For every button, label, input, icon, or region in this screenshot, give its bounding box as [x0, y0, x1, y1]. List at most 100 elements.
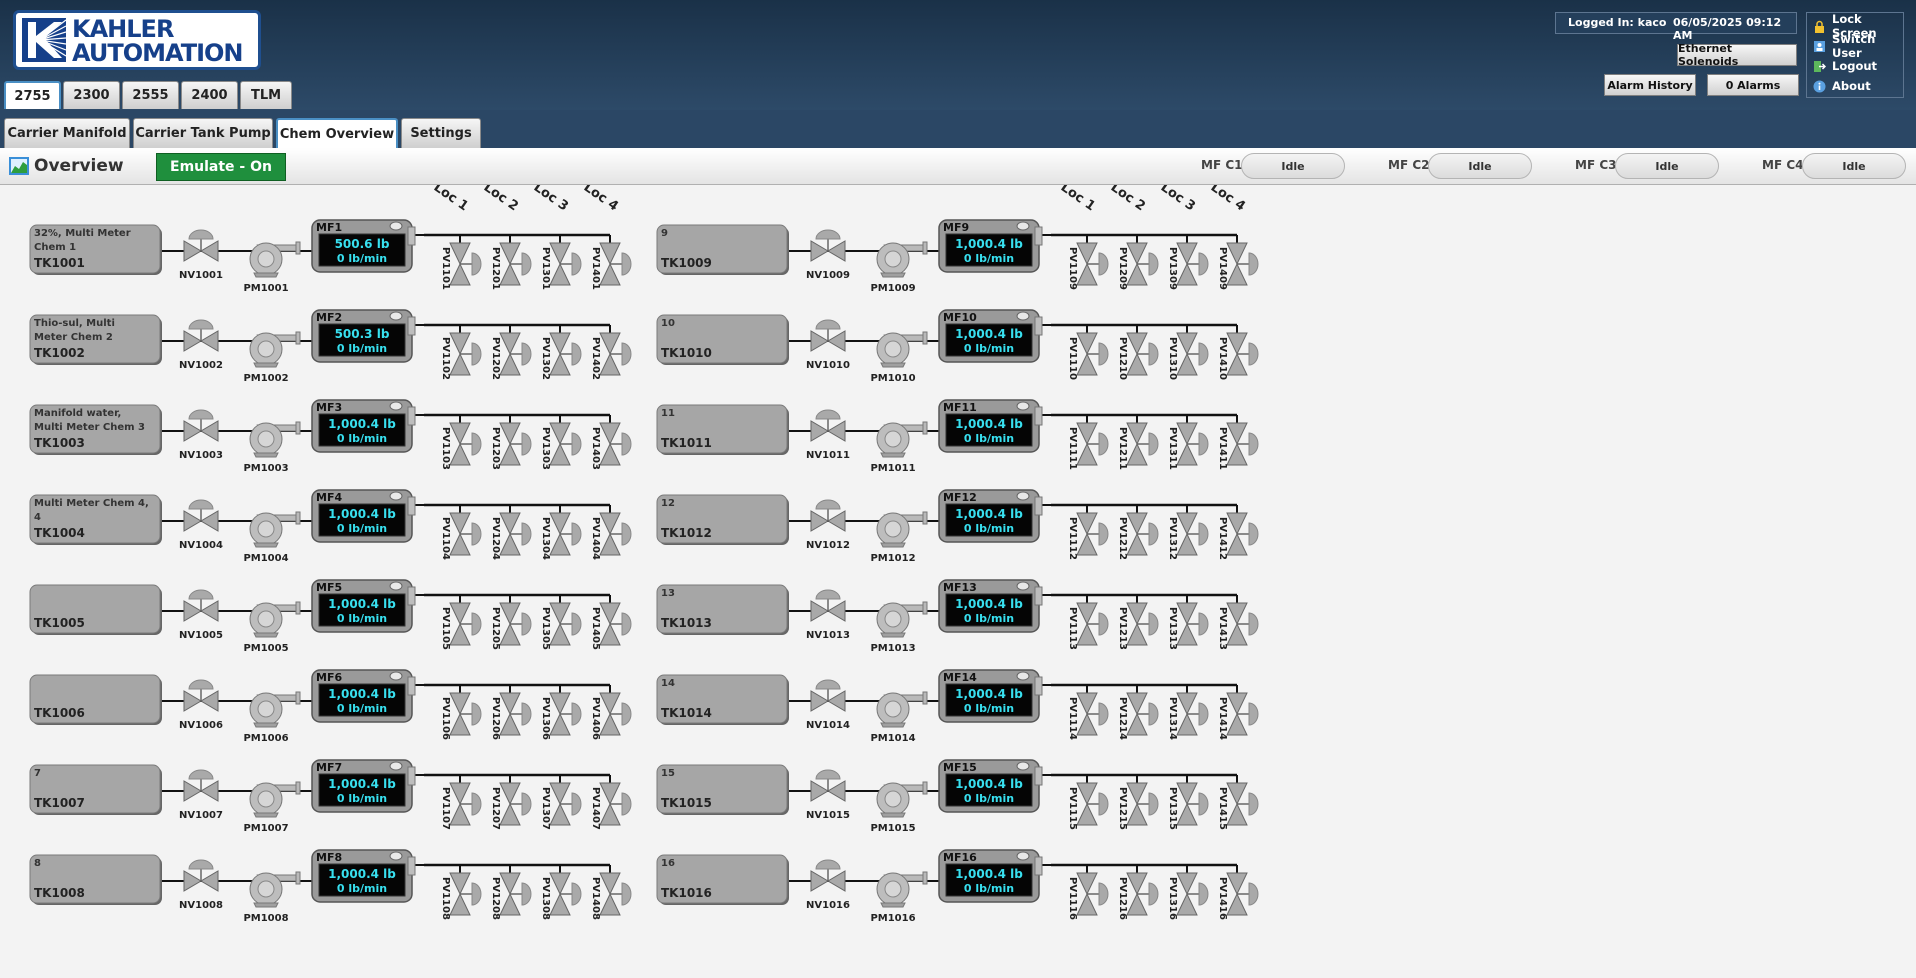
mass-flow-meter-mf7[interactable]: MF7 1,000.4 lb0 lb/min	[311, 759, 416, 813]
tank-tk1012[interactable]: 12 TK1012	[656, 494, 789, 545]
alarms-button[interactable]: 0 Alarms	[1707, 74, 1799, 96]
about-item[interactable]: About	[1813, 77, 1871, 95]
position-valve-pv1315[interactable]: PV1315	[1167, 775, 1209, 830]
position-valve-pv1304[interactable]: PV1304	[540, 505, 582, 560]
pump-pm1003[interactable]	[249, 421, 301, 458]
emulate-toggle-button[interactable]: Emulate - On	[156, 153, 286, 181]
switch-user-item[interactable]: Switch User	[1813, 32, 1903, 60]
position-valve-pv1113[interactable]: PV1113	[1067, 595, 1109, 650]
position-valve-pv1408[interactable]: PV1408	[590, 865, 632, 920]
position-valve-pv1203[interactable]: PV1203	[490, 415, 532, 470]
position-valve-pv1112[interactable]: PV1112	[1067, 505, 1109, 560]
position-valve-pv1306[interactable]: PV1306	[540, 685, 582, 740]
pump-pm1015[interactable]	[876, 781, 928, 818]
position-valve-pv1103[interactable]: PV1103	[440, 415, 482, 470]
position-valve-pv1201[interactable]: PV1201	[490, 235, 532, 290]
position-valve-pv1311[interactable]: PV1311	[1167, 415, 1209, 470]
position-valve-pv1412[interactable]: PV1412	[1217, 505, 1259, 560]
position-valve-pv1212[interactable]: PV1212	[1117, 505, 1159, 560]
position-valve-pv1409[interactable]: PV1409	[1217, 235, 1259, 290]
position-valve-pv1303[interactable]: PV1303	[540, 415, 582, 470]
tank-tk1014[interactable]: 14 TK1014	[656, 674, 789, 725]
position-valve-pv1307[interactable]: PV1307	[540, 775, 582, 830]
needle-valve-nv1007[interactable]	[183, 769, 219, 802]
needle-valve-nv1012[interactable]	[810, 499, 846, 532]
mass-flow-meter-mf14[interactable]: MF14 1,000.4 lb0 lb/min	[938, 669, 1043, 723]
system-tab-2400[interactable]: 2400	[181, 81, 238, 109]
pump-pm1008[interactable]	[249, 871, 301, 908]
position-valve-pv1102[interactable]: PV1102	[440, 325, 482, 380]
tab-carrier-tank-pump[interactable]: Carrier Tank Pump	[133, 118, 273, 148]
position-valve-pv1115[interactable]: PV1115	[1067, 775, 1109, 830]
mass-flow-meter-mf12[interactable]: MF12 1,000.4 lb0 lb/min	[938, 489, 1043, 543]
position-valve-pv1206[interactable]: PV1206	[490, 685, 532, 740]
tank-tk1010[interactable]: 10 TK1010	[656, 314, 789, 365]
tank-tk1002[interactable]: Thio-sul, Multi Meter Chem 2 TK1002	[29, 314, 162, 365]
pump-pm1006[interactable]	[249, 691, 301, 728]
tank-tk1006[interactable]: TK1006	[29, 674, 162, 725]
position-valve-pv1215[interactable]: PV1215	[1117, 775, 1159, 830]
needle-valve-nv1004[interactable]	[183, 499, 219, 532]
tank-tk1005[interactable]: TK1005	[29, 584, 162, 635]
position-valve-pv1301[interactable]: PV1301	[540, 235, 582, 290]
system-tab-2555[interactable]: 2555	[122, 81, 179, 109]
position-valve-pv1403[interactable]: PV1403	[590, 415, 632, 470]
system-tab-tlm[interactable]: TLM	[240, 81, 292, 109]
tank-tk1004[interactable]: Multi Meter Chem 4, 4 TK1004	[29, 494, 162, 545]
position-valve-pv1316[interactable]: PV1316	[1167, 865, 1209, 920]
position-valve-pv1411[interactable]: PV1411	[1217, 415, 1259, 470]
mass-flow-meter-mf3[interactable]: MF3 1,000.4 lb0 lb/min	[311, 399, 416, 453]
mass-flow-meter-mf1[interactable]: MF1 500.6 lb0 lb/min	[311, 219, 416, 273]
position-valve-pv1214[interactable]: PV1214	[1117, 685, 1159, 740]
position-valve-pv1108[interactable]: PV1108	[440, 865, 482, 920]
position-valve-pv1413[interactable]: PV1413	[1217, 595, 1259, 650]
needle-valve-nv1006[interactable]	[183, 679, 219, 712]
pump-pm1013[interactable]	[876, 601, 928, 638]
mass-flow-meter-mf15[interactable]: MF15 1,000.4 lb0 lb/min	[938, 759, 1043, 813]
needle-valve-nv1013[interactable]	[810, 589, 846, 622]
needle-valve-nv1015[interactable]	[810, 769, 846, 802]
position-valve-pv1404[interactable]: PV1404	[590, 505, 632, 560]
position-valve-pv1314[interactable]: PV1314	[1167, 685, 1209, 740]
position-valve-pv1312[interactable]: PV1312	[1167, 505, 1209, 560]
pump-pm1012[interactable]	[876, 511, 928, 548]
needle-valve-nv1008[interactable]	[183, 859, 219, 892]
pump-pm1007[interactable]	[249, 781, 301, 818]
needle-valve-nv1003[interactable]	[183, 409, 219, 442]
position-valve-pv1211[interactable]: PV1211	[1117, 415, 1159, 470]
position-valve-pv1107[interactable]: PV1107	[440, 775, 482, 830]
position-valve-pv1410[interactable]: PV1410	[1217, 325, 1259, 380]
position-valve-pv1116[interactable]: PV1116	[1067, 865, 1109, 920]
tank-tk1015[interactable]: 15 TK1015	[656, 764, 789, 815]
position-valve-pv1302[interactable]: PV1302	[540, 325, 582, 380]
needle-valve-nv1014[interactable]	[810, 679, 846, 712]
mass-flow-meter-mf10[interactable]: MF10 1,000.4 lb0 lb/min	[938, 309, 1043, 363]
needle-valve-nv1011[interactable]	[810, 409, 846, 442]
mass-flow-meter-mf9[interactable]: MF9 1,000.4 lb0 lb/min	[938, 219, 1043, 273]
position-valve-pv1204[interactable]: PV1204	[490, 505, 532, 560]
position-valve-pv1109[interactable]: PV1109	[1067, 235, 1109, 290]
pump-pm1005[interactable]	[249, 601, 301, 638]
position-valve-pv1205[interactable]: PV1205	[490, 595, 532, 650]
needle-valve-nv1002[interactable]	[183, 319, 219, 352]
position-valve-pv1401[interactable]: PV1401	[590, 235, 632, 290]
mass-flow-meter-mf6[interactable]: MF6 1,000.4 lb0 lb/min	[311, 669, 416, 723]
pump-pm1002[interactable]	[249, 331, 301, 368]
needle-valve-nv1009[interactable]	[810, 229, 846, 262]
mass-flow-meter-mf8[interactable]: MF8 1,000.4 lb0 lb/min	[311, 849, 416, 903]
tank-tk1008[interactable]: 8 TK1008	[29, 854, 162, 905]
position-valve-pv1111[interactable]: PV1111	[1067, 415, 1109, 470]
position-valve-pv1106[interactable]: PV1106	[440, 685, 482, 740]
tank-tk1007[interactable]: 7 TK1007	[29, 764, 162, 815]
tab-carrier-manifold[interactable]: Carrier Manifold	[4, 118, 130, 148]
position-valve-pv1110[interactable]: PV1110	[1067, 325, 1109, 380]
position-valve-pv1114[interactable]: PV1114	[1067, 685, 1109, 740]
position-valve-pv1415[interactable]: PV1415	[1217, 775, 1259, 830]
logout-item[interactable]: Logout	[1813, 57, 1877, 75]
mass-flow-meter-mf11[interactable]: MF11 1,000.4 lb0 lb/min	[938, 399, 1043, 453]
tank-tk1013[interactable]: 13 TK1013	[656, 584, 789, 635]
mass-flow-meter-mf2[interactable]: MF2 500.3 lb0 lb/min	[311, 309, 416, 363]
position-valve-pv1416[interactable]: PV1416	[1217, 865, 1259, 920]
pump-pm1014[interactable]	[876, 691, 928, 728]
ethernet-solenoids-button[interactable]: Ethernet Solenoids	[1677, 42, 1797, 68]
